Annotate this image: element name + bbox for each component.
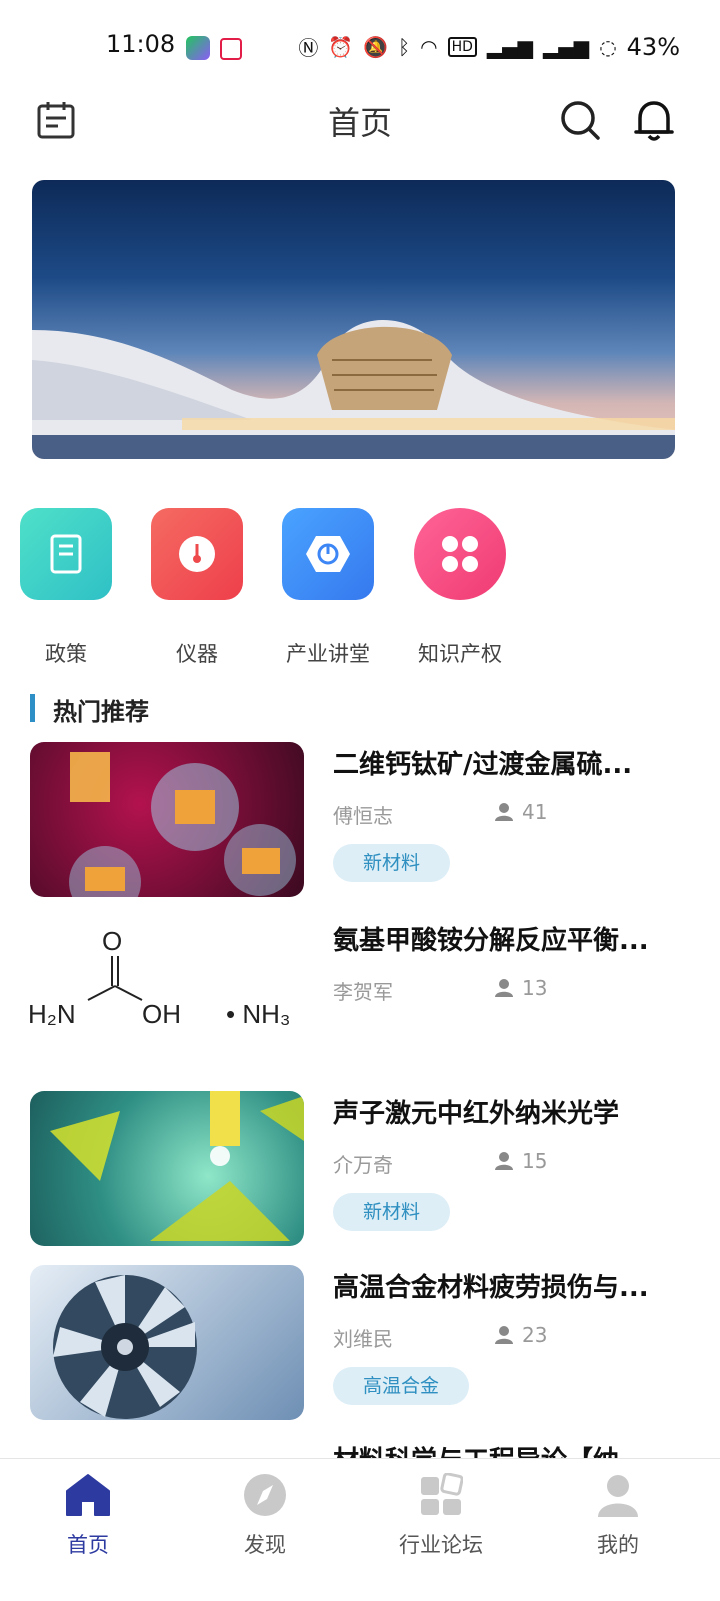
shortcut-industry-lecture[interactable]: 产业讲堂 bbox=[273, 508, 383, 668]
banner-carousel[interactable] bbox=[32, 180, 675, 459]
compass-icon bbox=[241, 1471, 289, 1519]
article-card[interactable]: 二维钙钛矿/过渡金属硫... 傅恒志 41 新材料 bbox=[0, 742, 720, 902]
article-author: 傅恒志 bbox=[333, 804, 393, 828]
article-view-count: 23 bbox=[522, 1323, 548, 1347]
app-notification-icon bbox=[220, 38, 242, 60]
tab-profile[interactable]: 我的 bbox=[558, 1471, 678, 1559]
article-thumbnail bbox=[30, 1265, 304, 1420]
article-title: 声子激元中红外纳米光学 bbox=[333, 1099, 620, 1129]
shortcut-label: 仪器 bbox=[176, 642, 218, 666]
formula-nh3: • NH₃ bbox=[226, 999, 290, 1029]
article-view-count: 13 bbox=[522, 976, 548, 1000]
article-title: 氨基甲酸铵分解反应平衡... bbox=[333, 926, 649, 956]
status-bar: 11:08 Ⓝ ⏰ 🔕 ᛒ ◠ HD ▂▄▆ ▂▄▆ ◌ 43% bbox=[0, 0, 720, 96]
article-title: 二维钙钛矿/过渡金属硫... bbox=[333, 750, 633, 780]
tab-forum[interactable]: 行业论坛 bbox=[381, 1471, 501, 1559]
tab-label: 首页 bbox=[67, 1533, 109, 1557]
article-thumbnail: O H₂N OH • NH₃ bbox=[30, 918, 304, 1073]
article-author: 李贺军 bbox=[333, 980, 393, 1004]
shortcut-ip[interactable]: 知识产权 bbox=[405, 508, 515, 668]
article-card[interactable]: O H₂N OH • NH₃ 氨基甲酸铵分解反应平衡... 李贺军 13 bbox=[0, 918, 720, 1078]
section-title: 热门推荐 bbox=[53, 698, 149, 726]
article-tag[interactable]: 新材料 bbox=[333, 844, 451, 882]
person-icon bbox=[495, 803, 513, 821]
article-title: 高温合金材料疲劳损伤与... bbox=[333, 1273, 649, 1303]
nfc-icon: Ⓝ bbox=[298, 36, 319, 60]
bluetooth-icon: ᛒ bbox=[398, 34, 411, 59]
article-tag[interactable]: 新材料 bbox=[333, 1193, 451, 1231]
hd-icon: HD bbox=[447, 36, 477, 57]
home-icon bbox=[64, 1471, 112, 1519]
shortcut-label: 产业讲堂 bbox=[286, 642, 370, 666]
shortcut-policy[interactable]: 政策 bbox=[11, 508, 121, 668]
forum-grid-icon bbox=[417, 1471, 465, 1519]
alarm-icon: ⏰ bbox=[328, 34, 354, 59]
bell-icon bbox=[634, 101, 674, 141]
signal-4g-icon: ▂▄▆ bbox=[486, 34, 534, 59]
article-author: 介万奇 bbox=[333, 1153, 393, 1177]
formula-oh: OH bbox=[142, 999, 181, 1029]
article-author: 刘维民 bbox=[333, 1327, 393, 1351]
shortcut-label: 知识产权 bbox=[418, 642, 502, 666]
article-tag[interactable]: 高温合金 bbox=[333, 1367, 470, 1405]
article-view-count: 15 bbox=[522, 1149, 548, 1173]
search-button[interactable] bbox=[556, 96, 604, 144]
battery-percentage: 43% bbox=[626, 32, 680, 61]
page-title: 首页 bbox=[327, 104, 392, 142]
shortcut-instruments[interactable]: 仪器 bbox=[142, 508, 252, 668]
article-views: 15 bbox=[494, 1149, 547, 1173]
formula-oxygen: O bbox=[102, 926, 122, 956]
person-icon bbox=[495, 1152, 513, 1170]
search-icon bbox=[561, 101, 600, 140]
article-card[interactable]: 高温合金材料疲劳损伤与... 刘维民 23 高温合金 bbox=[0, 1265, 720, 1425]
gauge-icon bbox=[151, 508, 243, 600]
grid-icon bbox=[414, 508, 506, 600]
signal-5g-icon: ▂▄▆ bbox=[543, 34, 590, 59]
tab-home[interactable]: 首页 bbox=[28, 1471, 148, 1559]
formula-h2n: H₂N bbox=[30, 999, 76, 1029]
person-icon bbox=[495, 1326, 513, 1344]
battery-icon: ◌ bbox=[599, 34, 617, 59]
tab-discover[interactable]: 发现 bbox=[205, 1471, 325, 1559]
tab-label: 行业论坛 bbox=[399, 1533, 483, 1557]
user-icon bbox=[594, 1471, 642, 1519]
notifications-button[interactable] bbox=[630, 96, 678, 144]
article-thumbnail bbox=[30, 1091, 304, 1246]
app-header: 首页 bbox=[0, 96, 720, 160]
iqiyi-notification-icon bbox=[186, 36, 210, 60]
tab-label: 发现 bbox=[244, 1533, 286, 1557]
banner-image bbox=[32, 320, 675, 459]
article-view-count: 41 bbox=[522, 800, 548, 824]
status-time: 11:08 bbox=[106, 30, 176, 58]
status-icons: Ⓝ ⏰ 🔕 ᛒ ◠ HD ▂▄▆ ▂▄▆ ◌ 43% bbox=[298, 32, 680, 61]
article-views: 23 bbox=[494, 1323, 547, 1347]
person-icon bbox=[495, 979, 513, 997]
article-thumbnail bbox=[30, 742, 304, 897]
notebook-icon bbox=[20, 508, 112, 600]
mute-icon: 🔕 bbox=[363, 34, 389, 59]
shortcut-label: 政策 bbox=[45, 642, 87, 666]
wifi-icon: ◠ bbox=[420, 34, 438, 59]
article-card[interactable]: 声子激元中红外纳米光学 介万奇 15 新材料 bbox=[0, 1091, 720, 1251]
article-views: 41 bbox=[494, 800, 547, 824]
article-views: 13 bbox=[494, 976, 547, 1000]
hexagon-play-icon bbox=[282, 508, 374, 600]
tab-label: 我的 bbox=[597, 1533, 639, 1557]
section-accent-bar bbox=[30, 694, 35, 722]
bottom-tab-bar: 首页 发现 行业论坛 我的 bbox=[0, 1458, 720, 1601]
